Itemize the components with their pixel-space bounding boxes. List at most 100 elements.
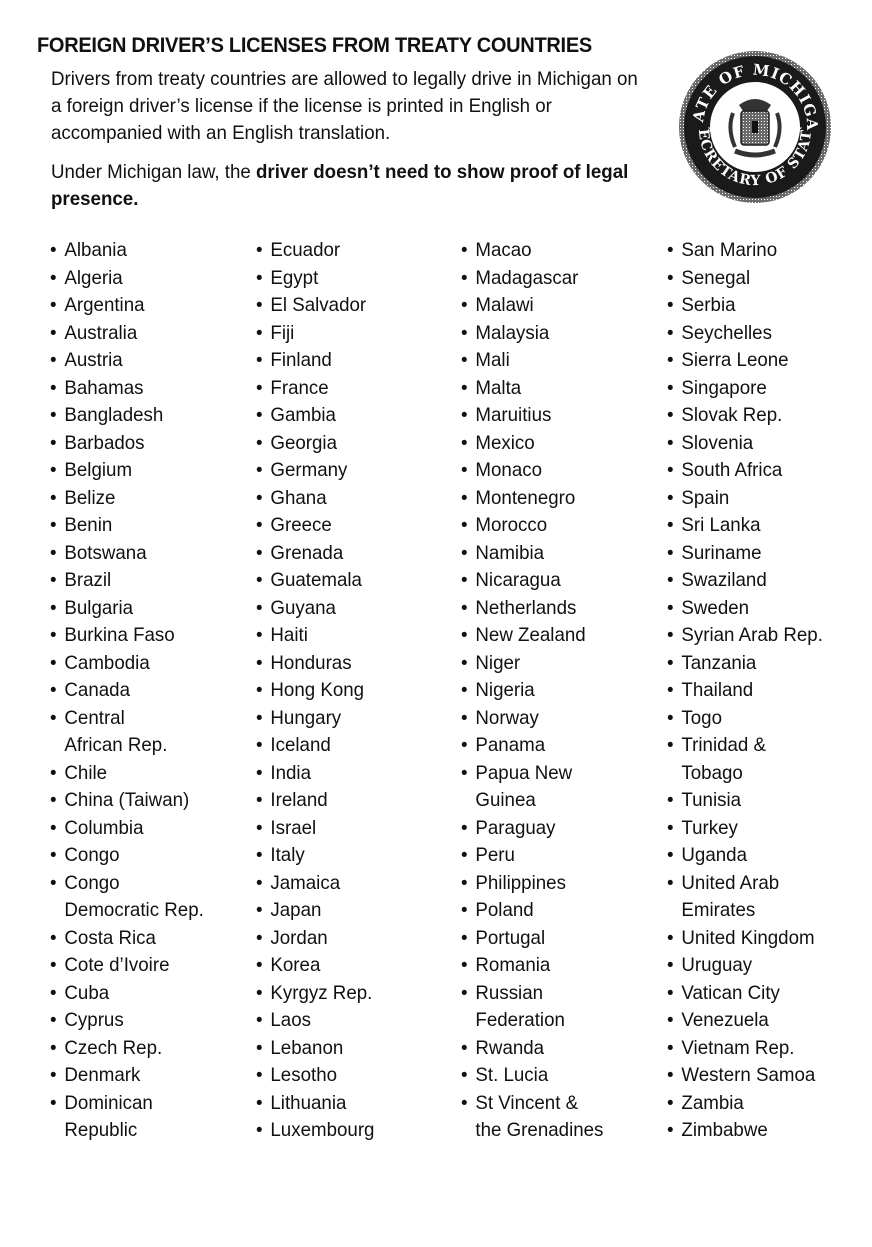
country-list-item: Turkey: [667, 815, 823, 843]
country-name: Finland: [270, 349, 332, 371]
country-name: Singapore: [681, 376, 767, 399]
country-name: Romania: [475, 954, 551, 976]
country-list-item: St Vincent & the Grenadines: [461, 1090, 603, 1145]
country-list-item: Gambia: [256, 402, 374, 430]
country-list-item: Zimbabwe: [667, 1117, 823, 1145]
country-list-item: Cambodia: [50, 650, 204, 678]
country-list-item: Iceland: [256, 732, 374, 760]
country-column-1: Albania Algeria Argentina Australia Austria B…: [50, 237, 210, 1145]
country-name: Lithuania: [270, 1091, 347, 1114]
country-name: Togo: [681, 706, 723, 729]
country-list-item: Fiji: [256, 320, 374, 348]
country-name: Western Samoa: [681, 1064, 816, 1086]
country-list-item: Albania: [50, 237, 204, 265]
country-name: Uganda: [681, 844, 747, 866]
country-name-continuation: the Grenadines: [475, 1119, 604, 1141]
country-list-item: Slovak Rep.: [667, 402, 823, 430]
country-name: Belize: [64, 486, 116, 509]
country-name: Vatican City: [681, 981, 780, 1004]
country-list-item: Laos: [256, 1007, 374, 1035]
country-name: Austria: [64, 349, 123, 371]
country-name: St Vincent &: [475, 1091, 579, 1114]
country-list-item: India: [256, 760, 374, 788]
legal-presence-paragraph: Under Michigan law, the driver doesn’t n…: [51, 159, 646, 213]
country-name: Grenada: [270, 541, 344, 564]
country-list-item: Czech Rep.: [50, 1035, 204, 1063]
country-name: Albania: [64, 239, 127, 261]
country-name: Panama: [475, 734, 546, 756]
country-name: Namibia: [475, 541, 545, 564]
country-name: Lebanon: [270, 1036, 344, 1059]
country-list-item: Western Samoa: [667, 1062, 823, 1090]
country-list-item: Egypt: [256, 265, 374, 293]
country-list-item: Montenegro: [461, 485, 603, 513]
country-list-item: Spain: [667, 485, 823, 513]
country-list-item: Central African Rep.: [50, 705, 204, 760]
country-list-item: Australia: [50, 320, 204, 348]
country-name: Slovak Rep.: [681, 404, 783, 426]
country-list-item: Uruguay: [667, 952, 823, 980]
country-name: Hungary: [270, 706, 342, 729]
country-list-item: Ecuador: [256, 237, 374, 265]
country-list-item: Columbia: [50, 815, 204, 843]
country-list-item: Singapore: [667, 375, 823, 403]
country-list-item: Belgium: [50, 457, 204, 485]
country-name: Uruguay: [681, 954, 753, 976]
country-list-item: Niger: [461, 650, 603, 678]
country-name: Bangladesh: [64, 404, 164, 426]
country-name: Venezuela: [681, 1009, 769, 1031]
country-name: Bahamas: [64, 376, 144, 399]
country-list-item: Israel: [256, 815, 374, 843]
country-name-continuation: Emirates: [681, 899, 756, 921]
country-name-continuation: African Rep.: [64, 734, 168, 756]
country-list-item: Senegal: [667, 265, 823, 293]
country-list-item: Bangladesh: [50, 402, 204, 430]
country-name: Malta: [475, 376, 522, 399]
country-name: Philippines: [475, 871, 566, 894]
country-name: Niger: [475, 651, 521, 674]
country-name: Dominican: [64, 1091, 153, 1114]
country-name: Zimbabwe: [681, 1119, 768, 1141]
country-name: Argentina: [64, 294, 145, 316]
country-name: Malawi: [475, 294, 534, 316]
country-list-item: Algeria: [50, 265, 204, 293]
country-list-item: Burkina Faso: [50, 622, 204, 650]
country-list-item: Slovenia: [667, 430, 823, 458]
country-name: Barbados: [64, 431, 145, 454]
country-list-item: United Arab Emirates: [667, 870, 823, 925]
country-name: Israel: [270, 816, 317, 839]
country-name: Australia: [64, 321, 138, 344]
country-list-item: France: [256, 375, 374, 403]
country-name: Chile: [64, 761, 108, 784]
country-name: Ghana: [270, 486, 327, 509]
country-list-item: Uganda: [667, 842, 823, 870]
country-name: Sierra Leone: [681, 349, 789, 371]
country-list-item: Sierra Leone: [667, 347, 823, 375]
country-list-item: Belize: [50, 485, 204, 513]
country-name: Bulgaria: [64, 596, 134, 619]
country-name: Japan: [270, 899, 322, 921]
country-name: Iceland: [270, 734, 331, 756]
country-list-item: Panama: [461, 732, 603, 760]
country-list-item: Tanzania: [667, 650, 823, 678]
country-list-item: Germany: [256, 457, 374, 485]
country-list-item: Trinidad & Tobago: [667, 732, 823, 787]
country-list-item: El Salvador: [256, 292, 374, 320]
country-name: Hong Kong: [270, 679, 365, 701]
country-name: Algeria: [64, 266, 123, 289]
country-list-item: Grenada: [256, 540, 374, 568]
country-name: Sweden: [681, 596, 750, 619]
intro-paragraph: Drivers from treaty countries are allowe…: [51, 68, 638, 144]
country-name: Germany: [270, 459, 348, 481]
country-list-item: Malawi: [461, 292, 603, 320]
country-name: Zambia: [681, 1091, 744, 1114]
svg-text:★: ★: [707, 124, 716, 135]
country-name: Peru: [475, 844, 515, 866]
country-name: Serbia: [681, 294, 736, 316]
country-name: South Africa: [681, 459, 783, 481]
country-list-item: Canada: [50, 677, 204, 705]
country-name: Seychelles: [681, 321, 772, 344]
country-name: Morocco: [475, 514, 548, 536]
country-list-item: Monaco: [461, 457, 603, 485]
country-name: Greece: [270, 514, 332, 536]
